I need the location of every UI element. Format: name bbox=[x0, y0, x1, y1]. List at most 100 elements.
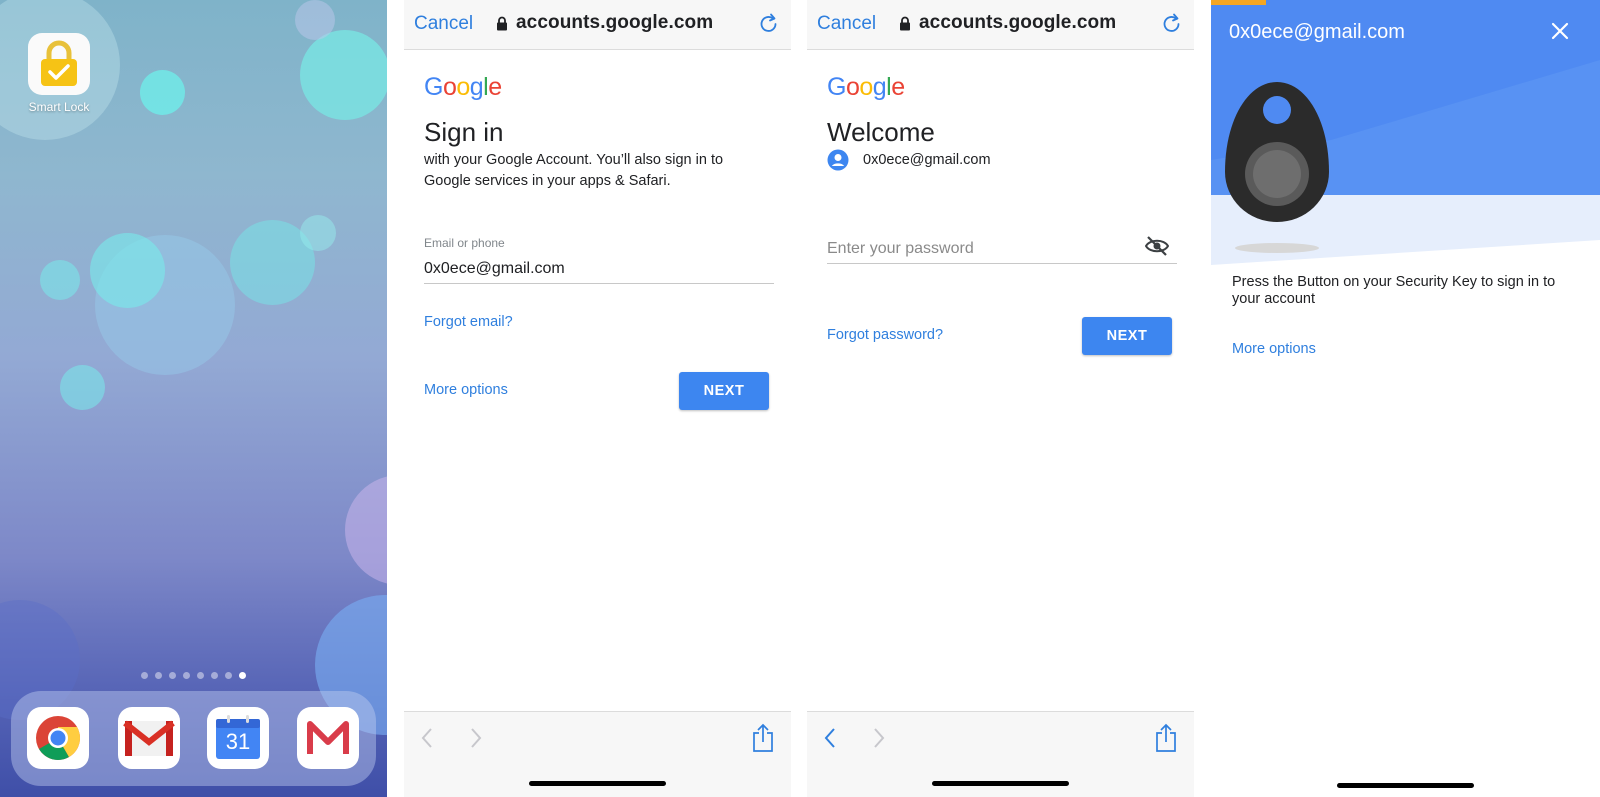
close-icon bbox=[1551, 22, 1569, 40]
back-button[interactable] bbox=[822, 726, 838, 755]
toggle-password-visibility-button[interactable] bbox=[1144, 236, 1170, 261]
account-circle-icon bbox=[827, 149, 849, 171]
address-field[interactable]: accounts.google.com bbox=[496, 12, 713, 34]
wallpaper-bokeh bbox=[300, 215, 336, 251]
address-field[interactable]: accounts.google.com bbox=[899, 12, 1116, 34]
forgot-email-link[interactable]: Forgot email? bbox=[424, 314, 513, 330]
gmail-m-app-icon[interactable] bbox=[297, 707, 359, 769]
logo-letter: o bbox=[442, 73, 457, 101]
wallpaper-bokeh bbox=[40, 260, 80, 300]
dock: 31 bbox=[11, 691, 376, 786]
gmail-app-icon[interactable] bbox=[118, 707, 180, 769]
chevron-right-icon bbox=[471, 728, 482, 748]
page-dot bbox=[169, 672, 176, 679]
browser-signin-screen: Cancel accounts.google.com Google Sign i… bbox=[404, 0, 791, 797]
share-icon bbox=[753, 723, 773, 752]
account-email: 0x0ece@gmail.com bbox=[863, 152, 991, 168]
forward-button[interactable] bbox=[468, 726, 484, 755]
lock-icon bbox=[900, 16, 910, 30]
logo-letter: G bbox=[827, 73, 846, 101]
wallpaper-bokeh bbox=[300, 30, 387, 120]
url-text: accounts.google.com bbox=[516, 12, 714, 33]
reload-icon bbox=[1163, 13, 1180, 32]
wallpaper-bokeh bbox=[295, 0, 335, 40]
logo-letter: G bbox=[424, 73, 443, 101]
chrome-app-icon[interactable] bbox=[27, 707, 89, 769]
share-button[interactable] bbox=[1154, 723, 1178, 758]
more-options-link[interactable]: More options bbox=[424, 382, 508, 398]
chevron-left-icon bbox=[421, 728, 432, 748]
page-dot bbox=[239, 672, 246, 679]
reload-icon bbox=[760, 13, 777, 32]
gmail-icon bbox=[123, 720, 175, 756]
page-title: Welcome bbox=[827, 117, 935, 147]
wallpaper-bokeh bbox=[345, 475, 387, 585]
page-dot bbox=[225, 672, 232, 679]
reload-button[interactable] bbox=[1162, 13, 1182, 40]
chevron-left-icon bbox=[824, 728, 835, 748]
home-indicator[interactable] bbox=[932, 781, 1069, 786]
logo-letter: e bbox=[891, 73, 905, 101]
browser-password-screen: Cancel accounts.google.com Google Welcom… bbox=[807, 0, 1194, 797]
password-field[interactable]: Enter your password bbox=[827, 240, 974, 258]
page-dot bbox=[155, 672, 162, 679]
logo-letter: o bbox=[845, 73, 860, 101]
google-logo: Google bbox=[827, 73, 905, 102]
page-indicator[interactable] bbox=[0, 672, 387, 679]
lock-icon bbox=[497, 16, 507, 30]
wallpaper-bokeh bbox=[60, 365, 105, 410]
ios-home-screen: Smart Lock 31 bbox=[0, 0, 387, 797]
share-button[interactable] bbox=[751, 723, 775, 758]
browser-toolbar bbox=[404, 711, 791, 797]
calendar-day: 31 bbox=[225, 729, 251, 754]
home-indicator[interactable] bbox=[1337, 783, 1474, 788]
gmail-m-icon bbox=[307, 721, 349, 754]
logo-letter: o bbox=[859, 73, 873, 101]
url-bar: Cancel accounts.google.com bbox=[404, 0, 791, 50]
security-key-screen: 0x0ece@gmail.com Press the Button on you… bbox=[1211, 0, 1600, 797]
chevron-right-icon bbox=[874, 728, 885, 748]
calendar-app-icon[interactable]: 31 bbox=[207, 707, 269, 769]
logo-letter: g bbox=[469, 73, 484, 101]
more-options-link[interactable]: More options bbox=[1232, 341, 1316, 357]
share-icon bbox=[1156, 723, 1176, 752]
google-logo: Google bbox=[424, 73, 502, 102]
cancel-button[interactable]: Cancel bbox=[414, 13, 473, 35]
back-button[interactable] bbox=[419, 726, 435, 755]
security-key-instruction: Press the Button on your Security Key to… bbox=[1232, 274, 1556, 307]
home-indicator[interactable] bbox=[529, 781, 666, 786]
account-email-title: 0x0ece@gmail.com bbox=[1229, 21, 1405, 43]
next-button[interactable]: NEXT bbox=[1082, 317, 1172, 355]
page-subtitle: with your Google Account. You’ll also si… bbox=[424, 152, 724, 189]
logo-letter: g bbox=[872, 73, 887, 101]
lock-icon bbox=[41, 40, 77, 86]
eye-off-icon bbox=[1144, 236, 1170, 256]
forward-button[interactable] bbox=[871, 726, 887, 755]
smart-lock-app-icon[interactable] bbox=[28, 33, 90, 95]
page-dot bbox=[197, 672, 204, 679]
progress-bar bbox=[1211, 0, 1266, 5]
wallpaper-bokeh bbox=[140, 70, 185, 115]
page-dot bbox=[141, 672, 148, 679]
chrome-icon bbox=[36, 716, 80, 760]
page-dot bbox=[211, 672, 218, 679]
close-button[interactable] bbox=[1551, 22, 1569, 45]
page-title: Sign in bbox=[424, 117, 504, 147]
cancel-button[interactable]: Cancel bbox=[817, 13, 876, 35]
page-dot bbox=[183, 672, 190, 679]
email-field-label: Email or phone bbox=[424, 236, 505, 250]
browser-toolbar bbox=[807, 711, 1194, 797]
email-field[interactable]: 0x0ece@gmail.com bbox=[424, 260, 565, 278]
email-field-underline bbox=[424, 283, 774, 284]
security-key-header: 0x0ece@gmail.com bbox=[1211, 0, 1600, 265]
logo-letter: e bbox=[488, 73, 502, 101]
next-button[interactable]: NEXT bbox=[679, 372, 769, 410]
logo-letter: o bbox=[456, 73, 470, 101]
password-field-underline bbox=[827, 263, 1177, 264]
smart-lock-app-label: Smart Lock bbox=[28, 100, 90, 114]
reload-button[interactable] bbox=[759, 13, 779, 40]
forgot-password-link[interactable]: Forgot password? bbox=[827, 327, 943, 343]
url-text: accounts.google.com bbox=[919, 12, 1117, 33]
account-chip[interactable]: 0x0ece@gmail.com bbox=[827, 149, 991, 171]
wallpaper-bokeh bbox=[90, 233, 165, 308]
